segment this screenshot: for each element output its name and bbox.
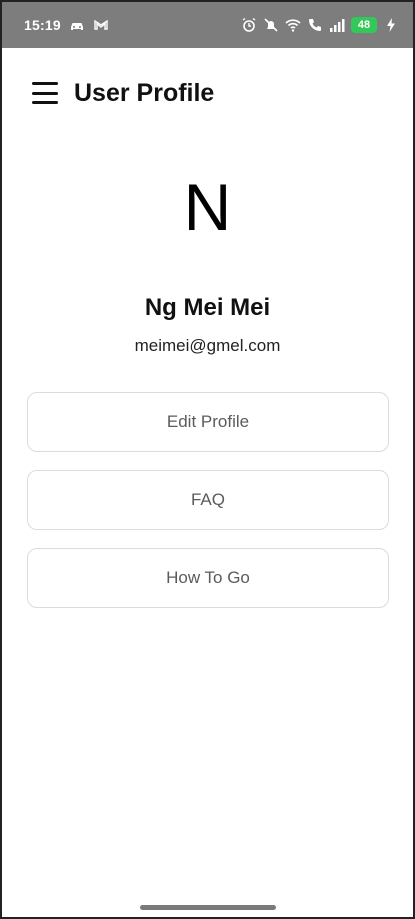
menu-line [32,91,58,95]
app-bar: User Profile [2,48,413,138]
car-icon [69,17,85,33]
phone-frame: 15:19 48 User Profile N Ng Mei Mei meime… [0,0,415,919]
wifi-icon [285,17,301,33]
user-name: Ng Mei Mei [144,294,271,321]
page-title: User Profile [74,78,215,107]
home-indicator[interactable] [140,905,276,910]
avatar: N [183,170,232,244]
call-icon [307,17,323,33]
status-right: 48 [241,17,399,33]
status-left: 15:19 [24,17,109,33]
battery-icon: 48 [351,17,377,33]
edit-profile-button[interactable]: Edit Profile [27,392,389,452]
alarm-icon [241,17,257,33]
menu-line [32,82,58,85]
how-to-go-button[interactable]: How To Go [27,548,389,608]
menu-line [32,101,58,104]
signal-icon [329,17,345,33]
charging-icon [383,17,399,33]
mute-icon [263,17,279,33]
status-time: 15:19 [24,17,61,33]
mail-icon [93,17,109,33]
hamburger-menu-icon[interactable] [32,82,58,104]
faq-button[interactable]: FAQ [27,470,389,530]
user-email: meimei@gmel.com [134,336,281,355]
status-bar: 15:19 48 [2,2,413,48]
